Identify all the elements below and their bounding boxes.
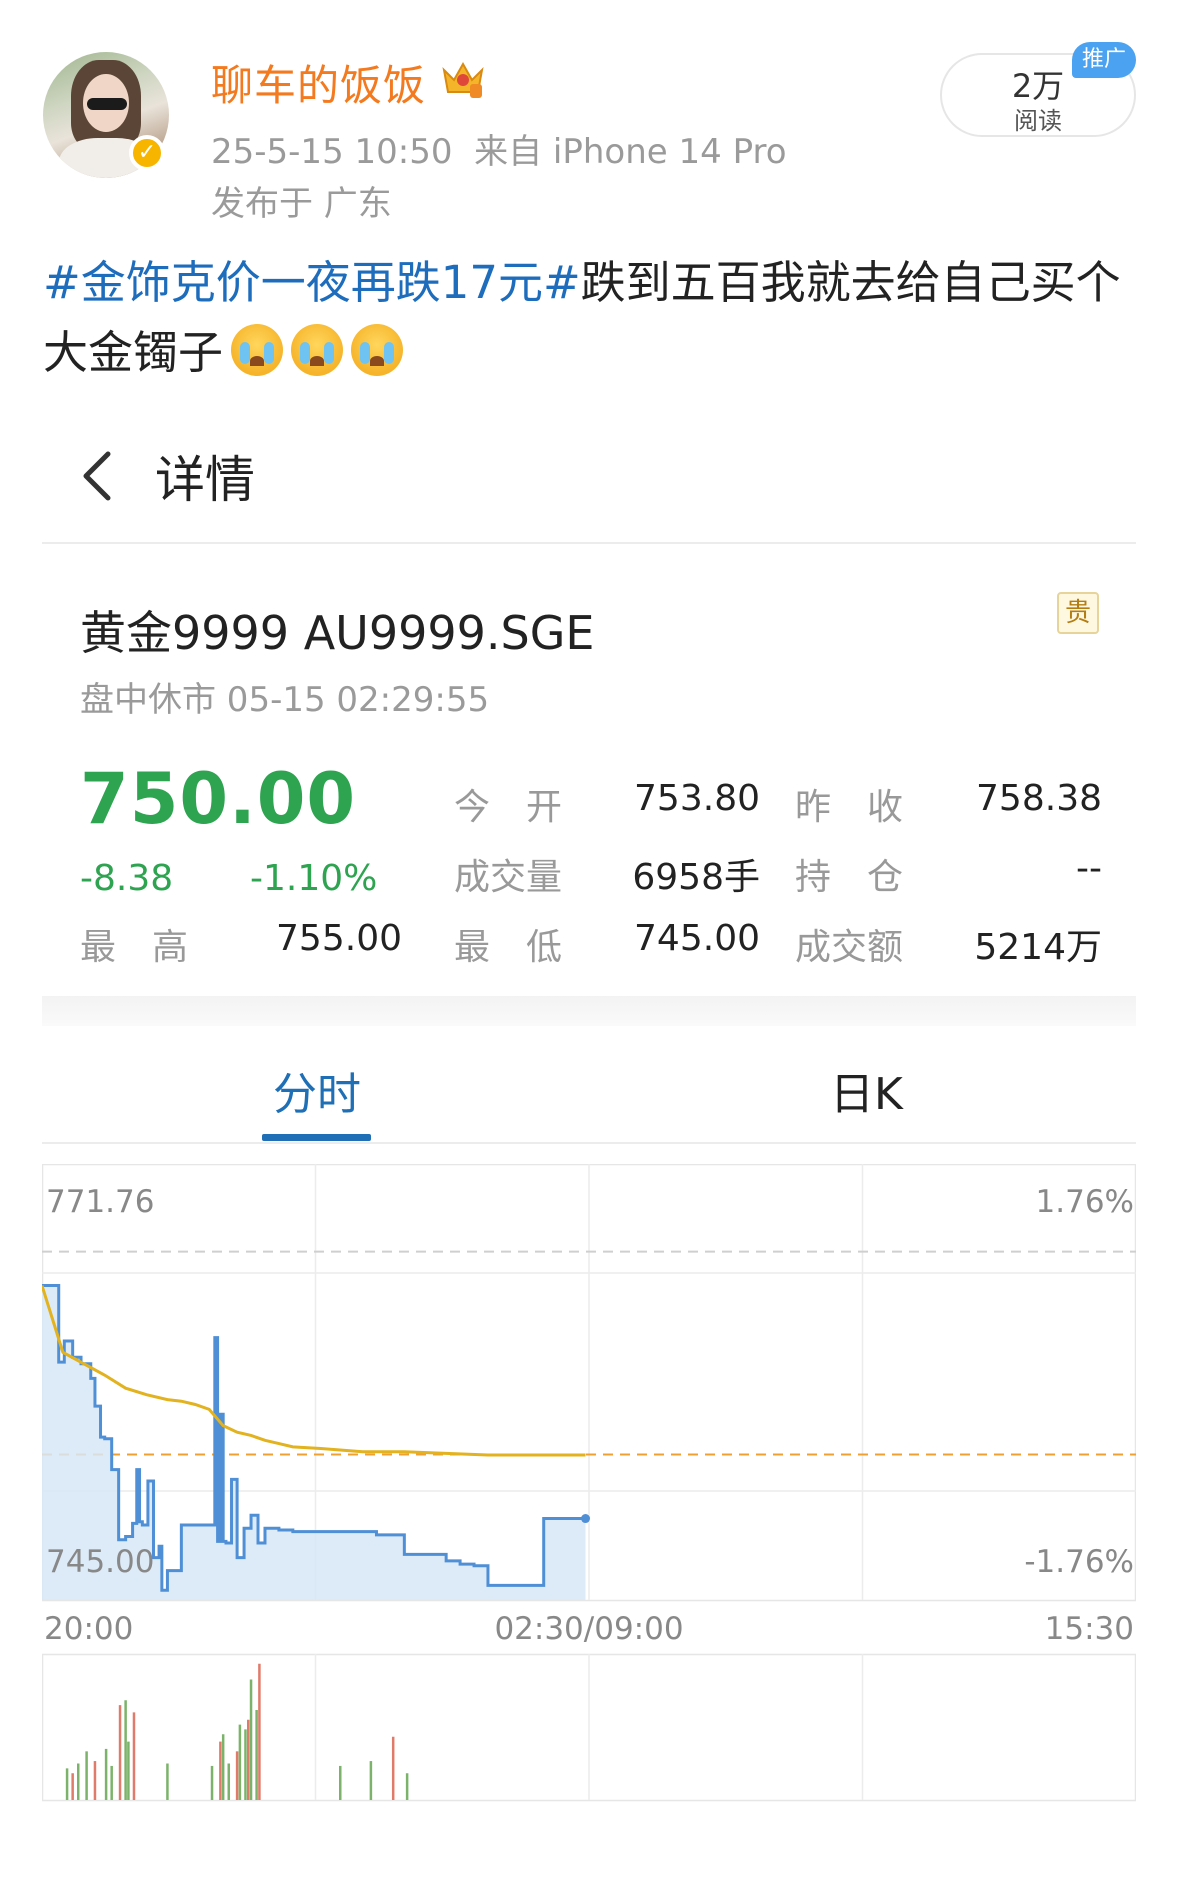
divider <box>42 1142 1136 1144</box>
average-price-line <box>42 1285 586 1457</box>
post-location: 发布于 广东 <box>211 184 392 224</box>
quote-value: -- <box>1076 848 1102 889</box>
last-price-dot <box>581 1514 591 1524</box>
promo-badge: 推广 <box>1072 42 1136 78</box>
hashtag-link[interactable]: #金饰克价一夜再跌17元# <box>43 256 581 309</box>
quote-label: 持 仓 <box>795 857 904 898</box>
y-tick-label: 771.76 <box>46 1184 154 1220</box>
x-tick-label: 02:30/09:00 <box>494 1611 683 1647</box>
crying-face-icon <box>291 324 344 376</box>
tab-intraday[interactable]: 分时 <box>273 1058 361 1122</box>
image-bottom-fade <box>0 1800 1179 1887</box>
crying-face-icon <box>231 324 284 376</box>
post-time: 25-5-15 10:50 <box>211 132 453 172</box>
page-title: 详情 <box>155 451 255 509</box>
stock-name: 黄金9999 AU9999.SGE <box>80 606 595 660</box>
post-body: #金饰克价一夜再跌17元#跌到五百我就去给自己买个大金镯子 <box>43 248 1143 388</box>
pct-tick-label: -1.76% <box>1024 1544 1134 1580</box>
quote-label: 昨 收 <box>795 787 904 828</box>
quote-label: 最 低 <box>454 927 563 968</box>
post-source: 来自 iPhone 14 Pro <box>474 132 787 172</box>
crown-icon <box>442 61 484 98</box>
post-meta-line: 25-5-15 10:50 来自 iPhone 14 Pro <box>211 124 787 173</box>
intraday-chart[interactable]: 771.76 745.00 1.76% -1.76% 20:00 02:30/09:00 1… <box>42 1164 1136 1864</box>
quote-label: 今 开 <box>454 787 563 828</box>
chevron-left-icon[interactable] <box>78 448 118 504</box>
price-change: -8.38 <box>80 858 174 899</box>
crying-face-icon <box>351 324 404 376</box>
quote-value: 758.38 <box>976 778 1102 819</box>
quote-value: 5214万 <box>974 927 1102 968</box>
verified-badge-icon: ✓ <box>129 135 165 171</box>
active-tab-indicator <box>262 1134 371 1141</box>
quote-label-high: 最 高 <box>80 927 189 968</box>
username[interactable]: 聊车的饭饭 <box>211 52 426 113</box>
quote-value-high: 755.00 <box>276 918 402 959</box>
x-tick-label: 20:00 <box>44 1611 133 1647</box>
quote-value: 745.00 <box>634 918 760 959</box>
y-tick-label: 745.00 <box>46 1544 154 1580</box>
x-tick-label: 15:30 <box>1045 1611 1134 1647</box>
market-status: 盘中休市 05-15 02:29:55 <box>80 680 490 720</box>
pct-tick-label: 1.76% <box>1036 1184 1134 1220</box>
avatar-sunglasses <box>87 98 127 110</box>
quote-label: 成交额 <box>795 927 904 968</box>
price-change-pct: -1.10% <box>250 858 378 899</box>
quote-value: 6958手 <box>632 857 760 898</box>
current-price: 750.00 <box>80 758 357 840</box>
precious-metal-badge: 贵 <box>1057 592 1099 634</box>
tab-daily-k[interactable]: 日K <box>830 1058 903 1122</box>
quote-label: 成交量 <box>454 857 563 898</box>
divider <box>42 542 1136 544</box>
section-separator <box>42 996 1136 1026</box>
read-count-label: 阅读 <box>1014 107 1062 135</box>
quote-value: 753.80 <box>634 778 760 819</box>
